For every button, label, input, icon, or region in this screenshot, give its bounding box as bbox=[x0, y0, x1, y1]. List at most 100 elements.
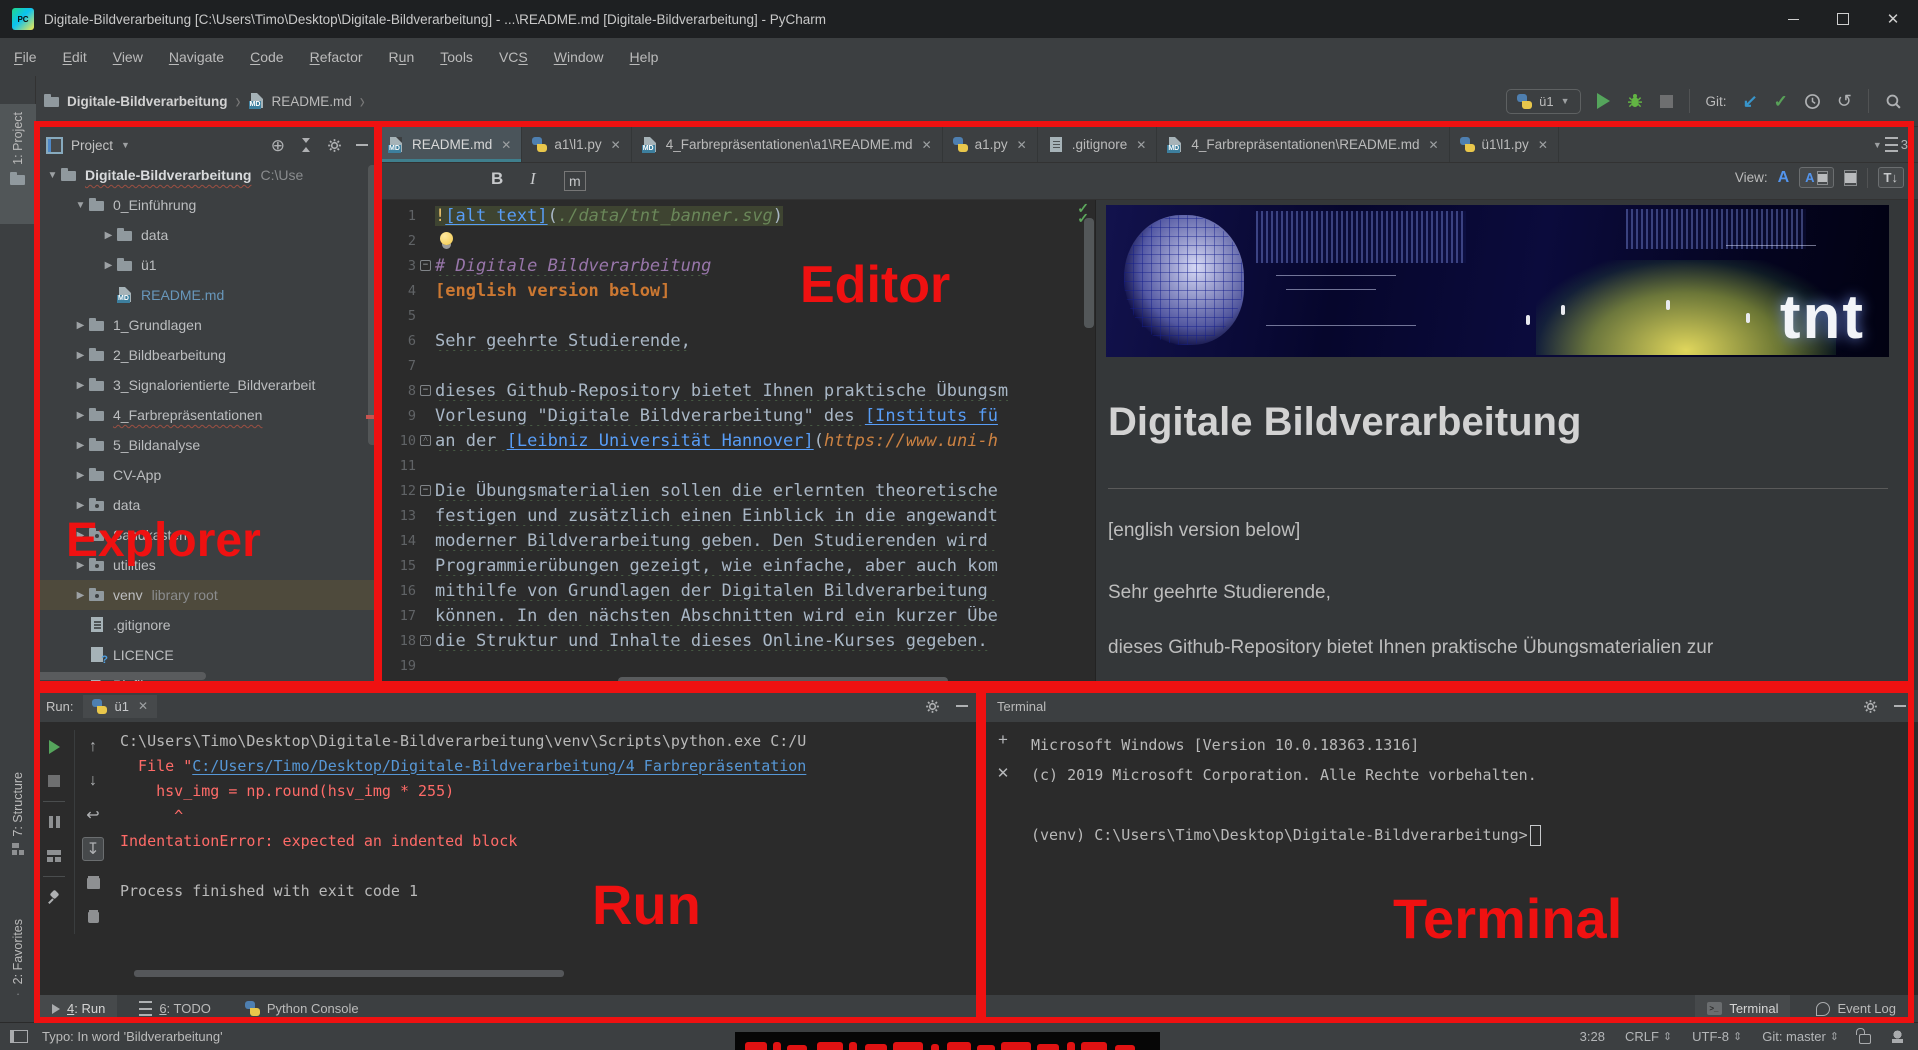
menu-file[interactable]: File bbox=[14, 49, 37, 65]
tree-item-licence[interactable]: ?LICENCE bbox=[36, 640, 378, 670]
editor-line-9[interactable]: 9Vorlesung "Digitale Bildverarbeitung" d… bbox=[378, 403, 1095, 428]
chevron-collapsed-icon[interactable]: ▶ bbox=[100, 230, 117, 241]
chevron-collapsed-icon[interactable]: ▶ bbox=[72, 500, 89, 511]
inspection-profile-icon[interactable] bbox=[1891, 1030, 1904, 1043]
editor-line-5[interactable]: 5 bbox=[378, 303, 1095, 328]
tool-window-button-event-log[interactable]: Event Log bbox=[1804, 995, 1908, 1022]
close-icon[interactable]: ✕ bbox=[1428, 138, 1438, 152]
fold-marker-icon[interactable]: − bbox=[420, 260, 431, 271]
tree-item-3_signalorientierte_bildverarbeit[interactable]: ▶3_Signalorientierte_Bildverarbeit bbox=[36, 370, 378, 400]
debug-button[interactable] bbox=[1626, 92, 1644, 110]
tree-item-readme-md[interactable]: MDREADME.md bbox=[36, 280, 378, 310]
editor-line-2[interactable]: 2 bbox=[378, 228, 1095, 253]
editor-line-6[interactable]: 6Sehr geehrte Studierende, bbox=[378, 328, 1095, 353]
tool-window-button-terminal[interactable]: >_Terminal bbox=[1695, 995, 1790, 1022]
run-button[interactable] bbox=[1597, 93, 1610, 109]
close-icon[interactable]: ✕ bbox=[1538, 138, 1548, 152]
editor-hscrollbar[interactable] bbox=[618, 677, 948, 685]
editor-line-10[interactable]: 10˄an der [Leibniz Universität Hannover]… bbox=[378, 428, 1095, 453]
chevron-collapsed-icon[interactable]: ▶ bbox=[72, 350, 89, 361]
maximize-button[interactable] bbox=[1818, 0, 1868, 38]
git-update-icon[interactable]: ↙ bbox=[1743, 92, 1758, 110]
run-configuration-select[interactable]: ü1 ▼ bbox=[1506, 89, 1580, 114]
editor-line-13[interactable]: 13festigen und zusätzlich einen Einblick… bbox=[378, 503, 1095, 528]
close-button[interactable]: ✕ bbox=[1868, 0, 1918, 38]
stop-button[interactable] bbox=[36, 764, 72, 798]
project-panel-title[interactable]: Project bbox=[71, 138, 113, 153]
breadcrumb-item[interactable]: Digitale-Bildverarbeitung bbox=[44, 93, 228, 109]
soft-wrap-button[interactable]: ↩ bbox=[75, 798, 111, 832]
menu-navigate[interactable]: Navigate bbox=[169, 49, 224, 65]
menu-edit[interactable]: Edit bbox=[63, 49, 87, 65]
fold-marker-icon[interactable]: − bbox=[420, 485, 431, 496]
stop-button[interactable] bbox=[1660, 95, 1673, 108]
status-crlf[interactable]: CRLF⇕ bbox=[1625, 1029, 1672, 1044]
tool-window-button-4-run[interactable]: 4: Run bbox=[40, 995, 117, 1022]
editor-line-14[interactable]: 14moderner Bildverarbeitung geben. Den S… bbox=[378, 528, 1095, 553]
chevron-down-icon[interactable]: ▼ bbox=[121, 140, 130, 150]
git-commit-icon[interactable]: ✓ bbox=[1774, 93, 1788, 110]
hide-panel-icon[interactable] bbox=[356, 144, 368, 146]
view-preview-only-button[interactable] bbox=[1844, 170, 1857, 186]
chevron-collapsed-icon[interactable]: ▶ bbox=[100, 260, 117, 271]
chevron-collapsed-icon[interactable]: ▶ bbox=[72, 380, 89, 391]
fold-marker-icon[interactable]: ˄ bbox=[420, 635, 431, 646]
pin-tab-button[interactable] bbox=[36, 880, 72, 914]
menu-vcs[interactable]: VCS bbox=[499, 49, 528, 65]
tree-item-digitale-bildverarbeitung[interactable]: ▼Digitale-BildverarbeitungC:\Use bbox=[36, 160, 378, 190]
tree-item-data[interactable]: ▶data bbox=[36, 220, 378, 250]
menu-help[interactable]: Help bbox=[630, 49, 659, 65]
close-icon[interactable]: ✕ bbox=[138, 699, 148, 713]
tab--gitignore[interactable]: .gitignore✕ bbox=[1038, 127, 1158, 162]
editor-line-7[interactable]: 7 bbox=[378, 353, 1095, 378]
tree-item--gitignore[interactable]: .gitignore bbox=[36, 610, 378, 640]
chevron-collapsed-icon[interactable]: ▶ bbox=[72, 410, 89, 421]
hide-panel-icon[interactable] bbox=[956, 705, 968, 707]
menu-tools[interactable]: Tools bbox=[440, 49, 473, 65]
collapse-all-icon[interactable] bbox=[299, 138, 313, 152]
run-tab[interactable]: ü1 ✕ bbox=[83, 695, 157, 718]
tree-item-1_grundlagen[interactable]: ▶1_Grundlagen bbox=[36, 310, 378, 340]
menu-view[interactable]: View bbox=[113, 49, 143, 65]
minimize-button[interactable] bbox=[1768, 0, 1818, 38]
tool-window-toggle-icon[interactable] bbox=[10, 1030, 28, 1043]
chevron-collapsed-icon[interactable]: ▶ bbox=[72, 560, 89, 571]
lock-icon[interactable] bbox=[1859, 1034, 1871, 1044]
close-icon[interactable]: ✕ bbox=[1136, 138, 1146, 152]
status-git-master[interactable]: Git: master⇕ bbox=[1762, 1029, 1839, 1044]
terminal-output[interactable]: Microsoft Windows [Version 10.0.18363.13… bbox=[1031, 730, 1911, 850]
new-session-icon[interactable]: + bbox=[998, 730, 1008, 750]
tree-item-5_bildanalyse[interactable]: ▶5_Bildanalyse bbox=[36, 430, 378, 460]
markdown-bold-button[interactable]: B bbox=[491, 169, 503, 189]
gear-icon[interactable] bbox=[327, 138, 342, 153]
editor-line-16[interactable]: 16mithilfe von Grundlagen der Digitalen … bbox=[378, 578, 1095, 603]
run-console-output[interactable]: C:\Users\Timo\Desktop\Digitale-Bildverar… bbox=[120, 728, 970, 903]
view-editor-only-button[interactable]: A bbox=[1778, 169, 1790, 187]
breadcrumb-item[interactable]: MDREADME.md bbox=[249, 93, 352, 109]
gear-icon[interactable] bbox=[925, 699, 940, 714]
fold-marker-icon[interactable]: ˄ bbox=[420, 435, 431, 446]
view-split-button[interactable]: A bbox=[1799, 167, 1833, 188]
close-icon[interactable]: ✕ bbox=[1017, 138, 1027, 152]
chevron-collapsed-icon[interactable]: ▶ bbox=[72, 320, 89, 331]
editor-line-17[interactable]: 17können. In den nächsten Abschnitten wi… bbox=[378, 603, 1095, 628]
tab--1-l1-py[interactable]: ü1\l1.py✕ bbox=[1450, 127, 1559, 162]
run-hscrollbar[interactable] bbox=[134, 970, 564, 977]
markdown-source-editor[interactable]: ✓✓ 1![alt text](./data/tnt_banner.svg)23… bbox=[378, 200, 1095, 690]
status-utf-8[interactable]: UTF-8⇕ bbox=[1692, 1029, 1742, 1044]
tab-readme-md[interactable]: MDREADME.md✕ bbox=[378, 127, 522, 162]
tree-item-sandkasten[interactable]: ▶Sandkasten bbox=[36, 520, 378, 550]
pause-output-button[interactable] bbox=[36, 805, 72, 839]
print-button[interactable] bbox=[75, 866, 111, 900]
tab-4_farbrepr-sentationen-readme-md[interactable]: MD4_Farbrepräsentationen\README.md✕ bbox=[1157, 127, 1449, 162]
tree-item-data[interactable]: ▶data bbox=[36, 490, 378, 520]
editor-line-19[interactable]: 19 bbox=[378, 653, 1095, 678]
editor-line-18[interactable]: 18˄die Struktur und Inhalte dieses Onlin… bbox=[378, 628, 1095, 653]
down-stack-trace-button[interactable]: ↓ bbox=[75, 764, 111, 798]
editor-line-4[interactable]: 4[english version below] bbox=[378, 278, 1095, 303]
file-link[interactable]: C:/Users/Timo/Desktop/Digitale-Bildverar… bbox=[192, 757, 806, 775]
editor-line-12[interactable]: 12−Die Übungsmaterialien sollen die erle… bbox=[378, 478, 1095, 503]
chevron-expanded-icon[interactable]: ▼ bbox=[72, 200, 89, 211]
tool-window-button-7-structure[interactable]: 7: Structure bbox=[0, 764, 36, 886]
menu-refactor[interactable]: Refactor bbox=[310, 49, 363, 65]
